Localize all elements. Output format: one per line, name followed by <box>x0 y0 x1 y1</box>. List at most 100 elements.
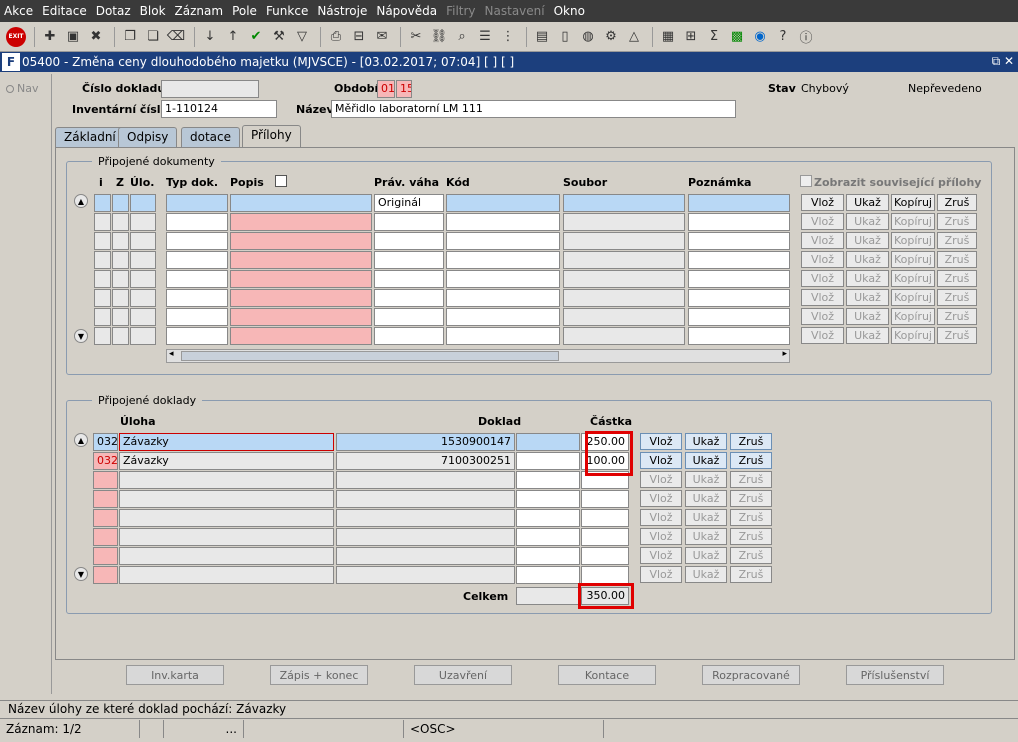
mail-icon[interactable]: ✉ <box>372 27 392 47</box>
show-related-checkbox[interactable] <box>800 175 812 187</box>
obdobi-month-field[interactable]: 01 <box>377 80 395 98</box>
menu-item-10[interactable]: Nastavení <box>485 4 545 18</box>
web-icon[interactable]: ◉ <box>750 27 770 47</box>
doklady-vloz-button[interactable]: Vlož <box>640 433 682 450</box>
dokumenty-zrus-button[interactable]: Zruš <box>937 327 977 344</box>
scroll-right-icon[interactable]: ▸ <box>782 349 787 359</box>
nav-toggle[interactable]: Nav <box>6 82 51 95</box>
document-icon[interactable]: ▤ <box>532 27 552 47</box>
dokumenty-zrus-button[interactable]: Zruš <box>937 251 977 268</box>
dokumenty-cell[interactable] <box>94 194 111 212</box>
dokumenty-cell[interactable]: Originál <box>374 194 444 212</box>
dokumenty-kopiruj-button[interactable]: Kopíruj <box>891 327 935 344</box>
dokumenty-zrus-button[interactable]: Zruš <box>937 232 977 249</box>
check-icon[interactable]: ✔ <box>246 27 266 47</box>
dokumenty-zrus-button[interactable]: Zruš <box>937 213 977 230</box>
dokumenty-cell[interactable] <box>166 270 228 288</box>
exit-icon[interactable]: EXIT <box>6 26 26 47</box>
doklady-spacer-cell[interactable] <box>516 471 580 489</box>
dokumenty-cell[interactable] <box>230 251 372 269</box>
dokumenty-cell[interactable] <box>446 232 560 250</box>
dokumenty-cell[interactable] <box>130 251 156 269</box>
dokumenty-cell[interactable] <box>446 251 560 269</box>
dokumenty-ukaz-button[interactable]: Ukaž <box>846 308 889 325</box>
doklady-castka-cell[interactable] <box>581 566 629 584</box>
doklady-ukaz-button[interactable]: Ukaž <box>685 509 727 526</box>
dokumenty-cell[interactable] <box>112 308 129 326</box>
dokumenty-cell[interactable] <box>112 289 129 307</box>
dokumenty-cell[interactable] <box>166 327 228 345</box>
doklady-uloha-cell[interactable] <box>119 566 334 584</box>
dokumenty-cell[interactable] <box>130 270 156 288</box>
dokumenty-cell[interactable] <box>94 213 111 231</box>
dokumenty-cell[interactable] <box>94 232 111 250</box>
add-record-icon[interactable]: ✚ <box>40 27 60 47</box>
dokumenty-vloz-button[interactable]: Vlož <box>801 270 844 287</box>
doklady-vloz-button[interactable]: Vlož <box>640 566 682 583</box>
scroll-down-icon[interactable]: ▼ <box>74 329 88 343</box>
popis-checkbox[interactable] <box>275 175 287 187</box>
dokumenty-cell[interactable] <box>230 327 372 345</box>
obdobi-year-field[interactable]: 15 <box>396 80 412 98</box>
doklady-vloz-button[interactable]: Vlož <box>640 528 682 545</box>
dokumenty-cell[interactable] <box>166 213 228 231</box>
doklady-ukaz-button[interactable]: Ukaž <box>685 452 727 469</box>
dokumenty-ukaz-button[interactable]: Ukaž <box>846 289 889 306</box>
save-icon[interactable]: ▣ <box>63 27 83 47</box>
doklady-code-cell[interactable] <box>93 490 118 508</box>
dokumenty-ukaz-button[interactable]: Ukaž <box>846 194 889 211</box>
dokumenty-cell[interactable] <box>563 232 685 250</box>
doklady-uloha-cell[interactable] <box>119 509 334 527</box>
dokumenty-kopiruj-button[interactable]: Kopíruj <box>891 308 935 325</box>
inventarni-cislo-field[interactable]: 1-110124 <box>161 100 277 118</box>
doklady-castka-cell[interactable] <box>581 547 629 565</box>
cut-icon[interactable]: ✂ <box>406 27 426 47</box>
doklady-spacer-cell[interactable] <box>516 433 580 451</box>
tree-icon[interactable]: ⋮ <box>498 27 518 47</box>
prislusenstvi-button[interactable]: Příslušenství <box>846 665 944 685</box>
doklady-spacer-cell[interactable] <box>516 566 580 584</box>
dokumenty-cell[interactable] <box>230 289 372 307</box>
doklady-zrus-button[interactable]: Zruš <box>730 433 772 450</box>
dokumenty-kopiruj-button[interactable]: Kopíruj <box>891 194 935 211</box>
dokumenty-cell[interactable] <box>563 308 685 326</box>
dokumenty-cell[interactable] <box>688 327 790 345</box>
dokumenty-zrus-button[interactable]: Zruš <box>937 308 977 325</box>
doklady-code-cell[interactable] <box>93 566 118 584</box>
doklady-doklad-cell[interactable] <box>336 471 515 489</box>
gear-icon[interactable]: ⚙ <box>601 27 621 47</box>
doklady-vloz-button[interactable]: Vlož <box>640 509 682 526</box>
print-icon[interactable]: ⎙ <box>326 27 346 47</box>
doklady-spacer-cell[interactable] <box>516 547 580 565</box>
chart-icon[interactable]: ▦ <box>658 27 678 47</box>
dokumenty-kopiruj-button[interactable]: Kopíruj <box>891 232 935 249</box>
globe-icon[interactable]: ◍ <box>578 27 598 47</box>
doklady-zrus-button[interactable]: Zruš <box>730 528 772 545</box>
dokumenty-cell[interactable] <box>130 213 156 231</box>
dokumenty-kopiruj-button[interactable]: Kopíruj <box>891 289 935 306</box>
doklady-spacer-cell[interactable] <box>516 509 580 527</box>
dokumenty-cell[interactable] <box>688 194 790 212</box>
doklady-code-cell[interactable] <box>93 547 118 565</box>
filter-icon[interactable]: ▽ <box>292 27 312 47</box>
dokumenty-cell[interactable] <box>230 270 372 288</box>
doklady-ukaz-button[interactable]: Ukaž <box>685 528 727 545</box>
dokumenty-cell[interactable] <box>130 289 156 307</box>
doklady-code-cell[interactable] <box>93 509 118 527</box>
dokumenty-cell[interactable] <box>230 232 372 250</box>
zapis-konec-button[interactable]: Zápis + konec <box>270 665 368 685</box>
doklady-uloha-cell[interactable]: Závazky <box>119 452 334 470</box>
nazev-field[interactable]: Měřidlo laboratorní LM 111 <box>331 100 736 118</box>
doklady-vloz-button[interactable]: Vlož <box>640 452 682 469</box>
menu-item-6[interactable]: Funkce <box>266 4 308 18</box>
dokumenty-cell[interactable] <box>374 270 444 288</box>
dokumenty-cell[interactable] <box>230 308 372 326</box>
dokumenty-vloz-button[interactable]: Vlož <box>801 289 844 306</box>
link-icon[interactable]: ⛓ <box>429 27 449 47</box>
doklady-ukaz-button[interactable]: Ukaž <box>685 433 727 450</box>
dokumenty-cell[interactable] <box>94 270 111 288</box>
dokumenty-cell[interactable] <box>130 232 156 250</box>
menu-item-7[interactable]: Nástroje <box>317 4 367 18</box>
print-preview-icon[interactable]: ⊟ <box>349 27 369 47</box>
doklady-scroll-down-icon[interactable]: ▼ <box>74 567 88 581</box>
